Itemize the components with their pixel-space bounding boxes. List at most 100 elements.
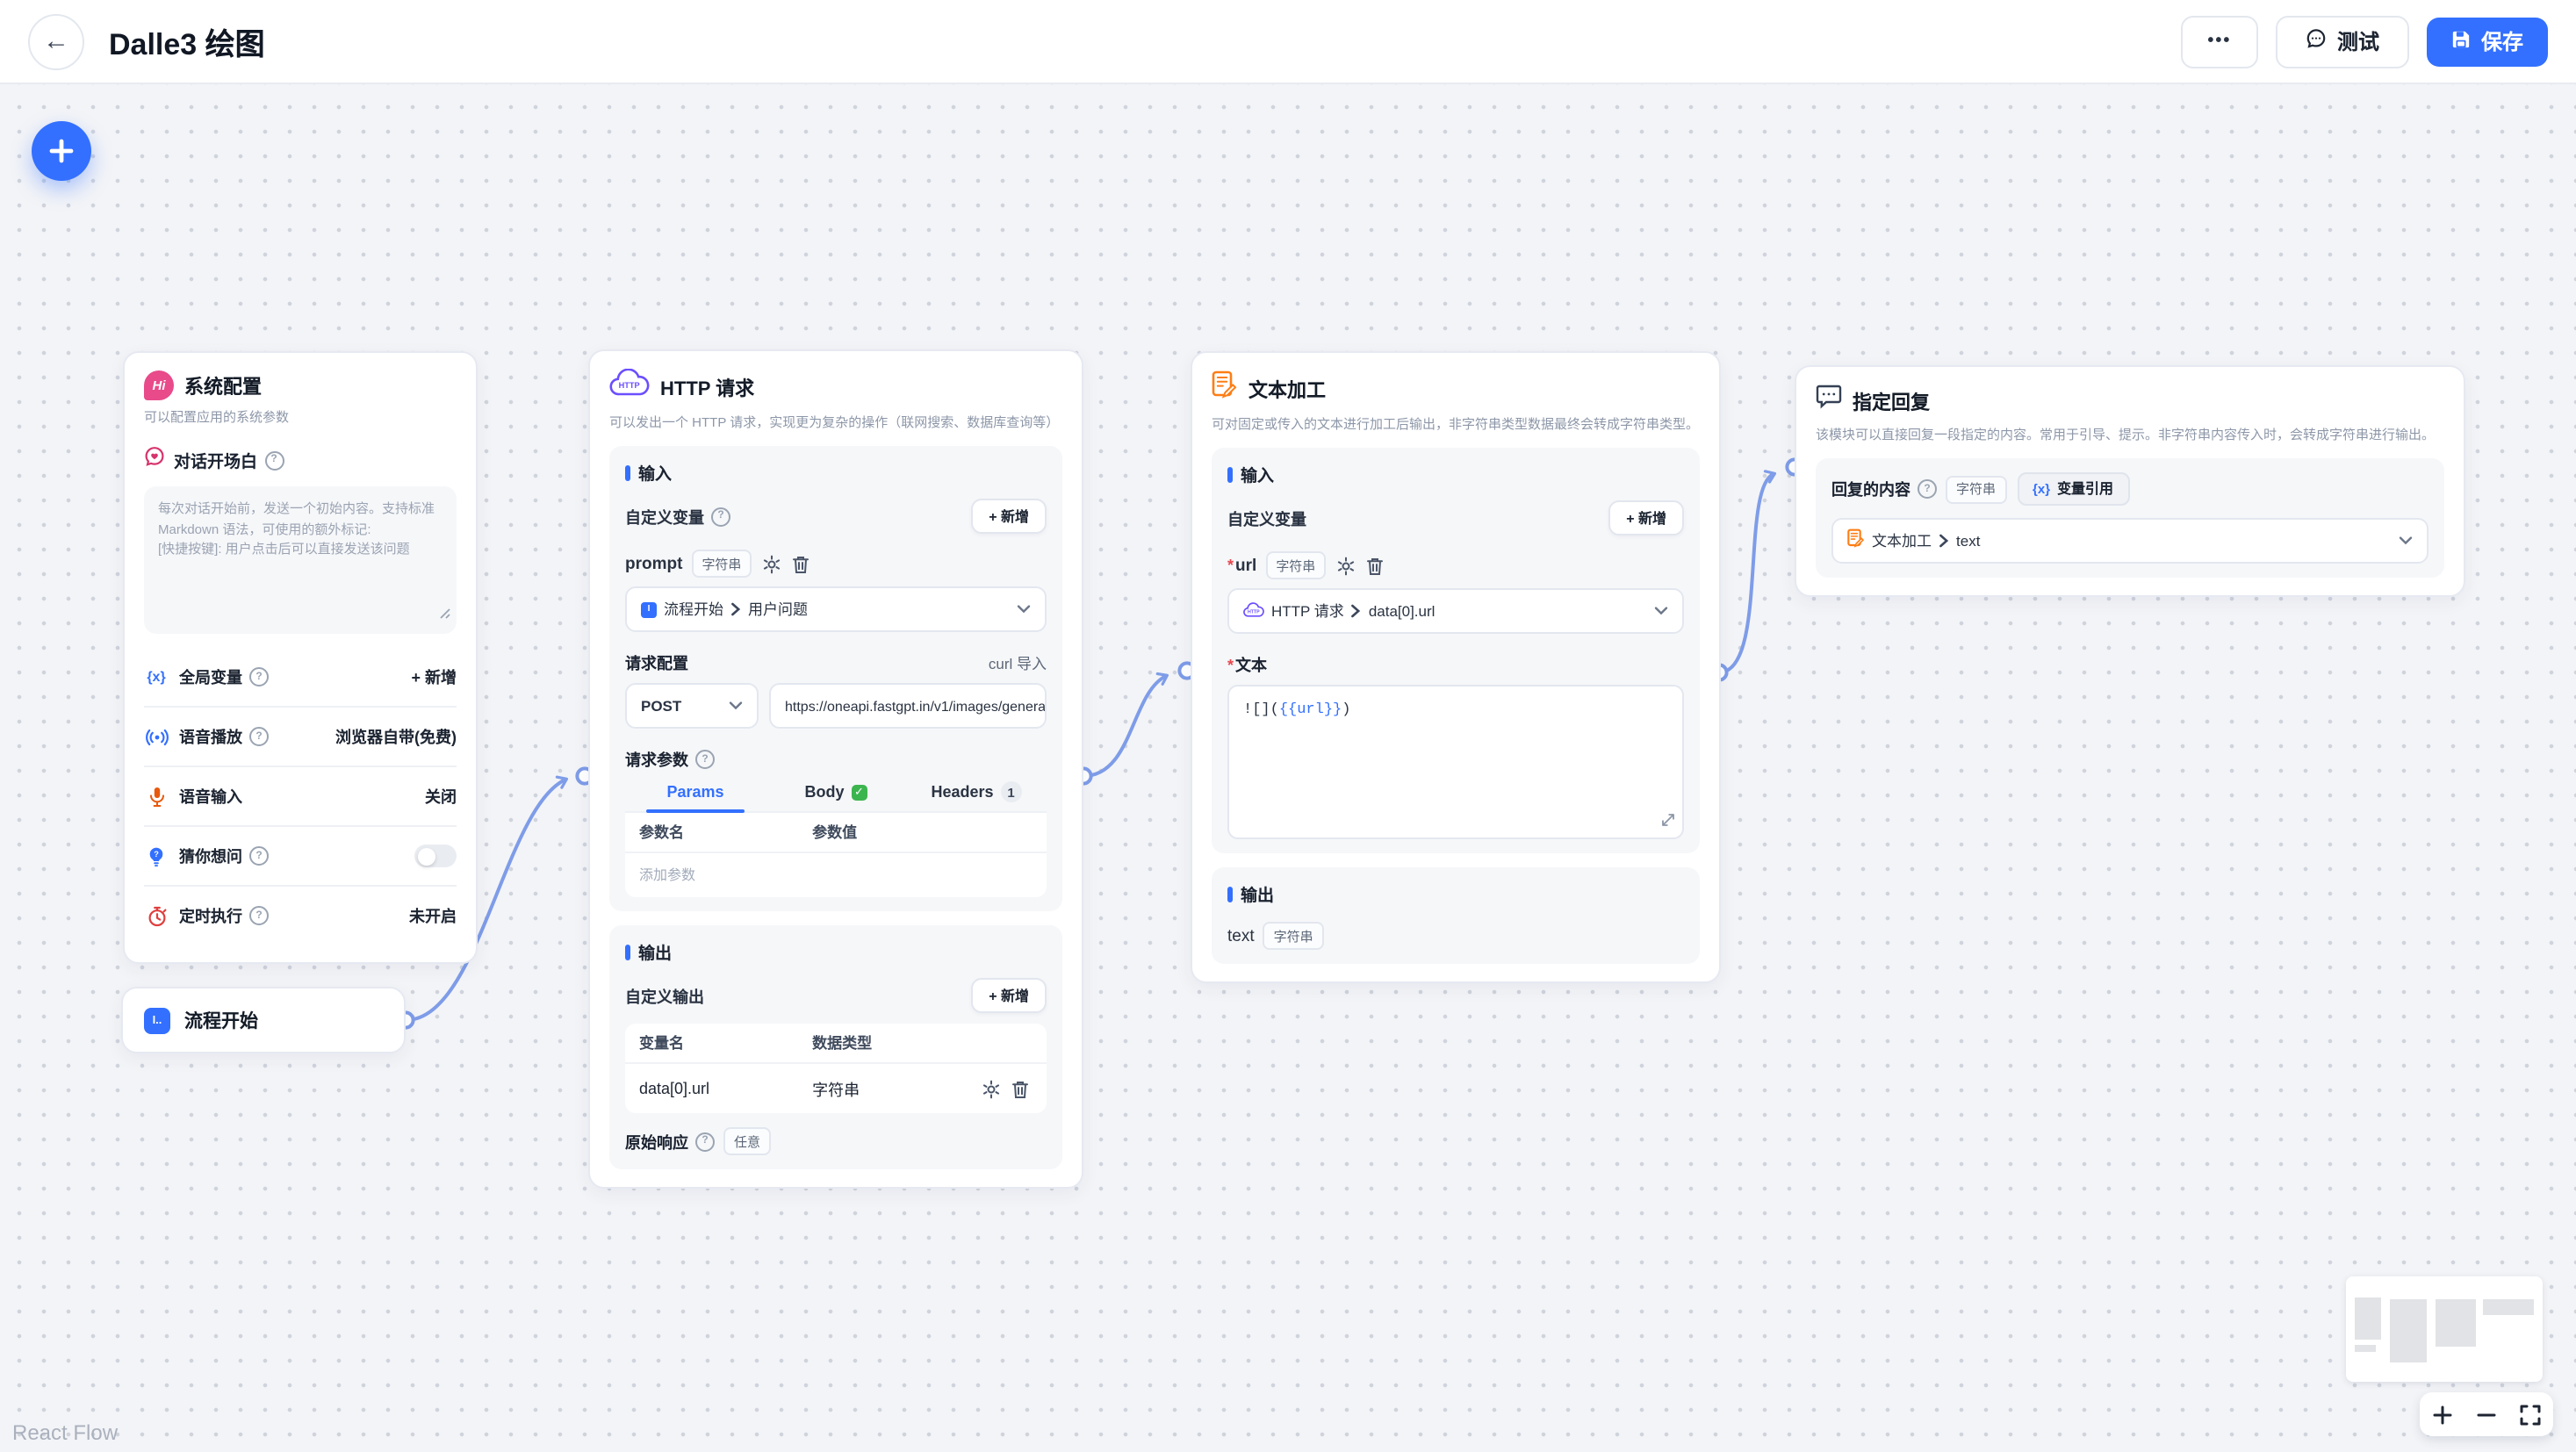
curl-import-button[interactable]: curl 导入	[989, 652, 1047, 673]
request-params-label: 请求参数	[625, 751, 689, 769]
help-icon[interactable]: ?	[249, 727, 270, 746]
variable-reference-button[interactable]: {x} 变量引用	[2017, 472, 2130, 506]
arrow-left-icon: ←	[43, 26, 69, 56]
node-title: HTTP 请求	[660, 378, 755, 399]
node-reply[interactable]: 指定回复 该模块可以直接回复一段指定的内容。常用于引导、提示。非字符串内容传入时…	[1795, 365, 2465, 597]
gear-icon[interactable]	[982, 1079, 1001, 1098]
output-row[interactable]: data[0].url 字符串	[625, 1062, 1047, 1113]
chevron-down-icon	[1654, 607, 1668, 615]
gear-icon[interactable]	[762, 554, 781, 573]
help-icon[interactable]: ?	[249, 667, 270, 686]
fit-view-icon	[2521, 1404, 2542, 1425]
edge-http-to-textprocess	[1083, 672, 1169, 778]
type-badge: 字符串	[1946, 475, 2007, 503]
help-icon[interactable]: ?	[249, 846, 270, 866]
help-icon[interactable]: ?	[695, 1132, 716, 1151]
zoom-out-button[interactable]	[2467, 1395, 2506, 1434]
output-section-label: 输出	[1241, 887, 1275, 906]
svg-text:HTTP: HTTP	[619, 381, 640, 390]
node-subtitle: 可对固定或传入的文本进行加工后输出，非字符串类型数据最终会转成字符串类型。	[1212, 416, 1699, 432]
raw-response-label: 原始响应	[625, 1133, 689, 1151]
add-output-button[interactable]: + 新增	[971, 978, 1047, 1013]
url-variable-token: {{url}}	[1278, 701, 1342, 718]
check-icon: ✓	[851, 784, 867, 800]
type-badge: 字符串	[1263, 922, 1324, 950]
trash-icon[interactable]	[792, 554, 809, 573]
help-icon[interactable]: ?	[264, 450, 284, 470]
fit-view-button[interactable]	[2512, 1395, 2551, 1434]
text-value-textarea[interactable]: ![]({{url}})	[1227, 685, 1684, 839]
request-config-label: 请求配置	[625, 655, 689, 672]
node-flow-start[interactable]: I.. 流程开始	[121, 987, 406, 1053]
custom-vars-label: 自定义变量	[1227, 510, 1307, 528]
header-actions: ••• 测试 保存	[2180, 15, 2548, 68]
row-global-variables[interactable]: {x} 全局变量? + 新增	[144, 648, 457, 706]
help-icon[interactable]: ?	[695, 750, 716, 769]
trash-icon[interactable]	[1366, 556, 1384, 575]
text-label: 文本	[1235, 657, 1268, 674]
row-voice-input[interactable]: 语音输入 关闭	[144, 766, 457, 825]
add-node-button[interactable]	[32, 121, 91, 181]
tab-headers[interactable]: Headers 1	[906, 781, 1047, 811]
custom-output-label: 自定义输出	[625, 988, 705, 1005]
welcome-placeholder: 每次对话开始前，发送一个初始内容。支持标准 Markdown 语法，可使用的额外…	[158, 500, 435, 557]
var-ref-select[interactable]: I 流程开始 用户问题	[625, 586, 1047, 632]
minimap-node	[2355, 1297, 2381, 1340]
add-variable-button[interactable]: + 新增	[971, 499, 1047, 534]
microphone-icon	[144, 786, 169, 807]
gear-icon[interactable]	[1336, 556, 1356, 575]
params-tabs: Params Body ✓ Headers 1	[625, 781, 1047, 813]
text-process-mini-icon	[1847, 525, 1865, 557]
method-select[interactable]: POST	[625, 683, 759, 729]
headers-count-badge: 1	[1000, 781, 1022, 802]
help-icon[interactable]: ?	[711, 507, 731, 526]
http-output-card: 输出 自定义输出 + 新增 变量名 数据类型 data[0].url 字符串 原始…	[609, 925, 1062, 1169]
hi-chat-bubble-icon: Hi	[144, 370, 174, 400]
help-icon[interactable]: ?	[1918, 479, 1938, 499]
back-button[interactable]: ←	[28, 13, 84, 69]
welcome-textarea[interactable]: 每次对话开始前，发送一个初始内容。支持标准 Markdown 语法，可使用的额外…	[144, 486, 457, 634]
help-icon[interactable]: ?	[249, 906, 270, 925]
test-button[interactable]: 测试	[2275, 15, 2409, 68]
node-title: 指定回复	[1853, 392, 1930, 413]
tts-value[interactable]: 浏览器自带(免费)	[335, 725, 457, 748]
resize-handle-icon[interactable]	[439, 597, 451, 629]
suggested-questions-toggle[interactable]	[414, 845, 457, 867]
add-variable-button[interactable]: + 新增	[1608, 500, 1684, 536]
voice-input-value[interactable]: 关闭	[425, 785, 457, 808]
node-http-request[interactable]: HTTP HTTP 请求 可以发出一个 HTTP 请求，实现更为复杂的操作（联网…	[588, 349, 1083, 1189]
reply-ref-select[interactable]: 文本加工 text	[1831, 518, 2428, 564]
var-ref-select[interactable]: HTTP HTTP 请求 data[0].url	[1227, 588, 1684, 634]
input-section-label: 输入	[638, 465, 673, 485]
zoom-in-button[interactable]	[2422, 1395, 2461, 1434]
node-system-config[interactable]: Hi 系统配置 可以配置应用的系统参数 对话开场白 ? 每次对话开始前，发送一个…	[123, 351, 478, 964]
params-table: 参数名 参数值 添加参数	[625, 813, 1047, 897]
tab-body[interactable]: Body ✓	[766, 781, 906, 811]
row-suggested-questions[interactable]: ? 猜你想问?	[144, 825, 457, 885]
row-tts[interactable]: 语音播放? 浏览器自带(免费)	[144, 706, 457, 766]
row-scheduled-run[interactable]: 定时执行? 未开启	[144, 885, 457, 945]
chevron-right-icon	[1939, 534, 1949, 548]
more-menu-button[interactable]: •••	[2180, 15, 2258, 68]
url-input[interactable]: https://oneapi.fastgpt.in/v1/images/gene…	[769, 683, 1047, 729]
node-text-process[interactable]: 文本加工 可对固定或传入的文本进行加工后输出，非字符串类型数据最终会转成字符串类…	[1191, 351, 1721, 983]
trash-icon[interactable]	[1011, 1079, 1029, 1098]
minus-icon	[2477, 1412, 2496, 1416]
scheduled-run-value[interactable]: 未开启	[409, 904, 457, 927]
save-icon	[2451, 29, 2471, 54]
save-button[interactable]: 保存	[2426, 17, 2548, 66]
chevron-down-icon	[729, 701, 743, 710]
chevron-down-icon	[1017, 605, 1031, 614]
chevron-down-icon	[2399, 536, 2413, 545]
output-name: text	[1227, 926, 1255, 945]
expand-icon[interactable]	[1661, 813, 1675, 830]
add-param-row[interactable]: 添加参数	[625, 852, 1047, 897]
tab-params[interactable]: Params	[625, 781, 766, 813]
flow-canvas[interactable]: Hi 系统配置 可以配置应用的系统参数 对话开场白 ? 每次对话开始前，发送一个…	[0, 84, 2576, 1452]
type-badge: 字符串	[691, 550, 752, 578]
add-variable-action[interactable]: + 新增	[411, 665, 457, 688]
text-output-card: 输出 text 字符串	[1212, 867, 1700, 964]
page-title: Dalle3 绘图	[109, 28, 265, 61]
minimap[interactable]	[2346, 1276, 2543, 1382]
node-subtitle: 可以发出一个 HTTP 请求，实现更为复杂的操作（联网搜索、数据库查询等）	[609, 414, 1060, 430]
